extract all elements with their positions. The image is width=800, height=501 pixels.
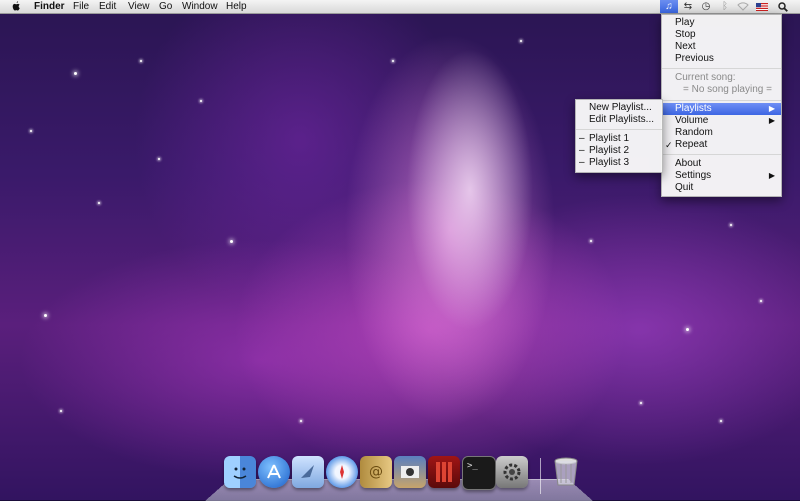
star xyxy=(720,420,722,422)
dash-icon: – xyxy=(579,145,585,156)
menu-item-edit-playlists[interactable]: Edit Playlists... xyxy=(576,114,662,126)
star xyxy=(392,60,394,62)
menu-item-playlist[interactable]: – Playlist 3 xyxy=(576,157,662,169)
spotlight-icon[interactable] xyxy=(774,0,792,13)
menu-item-playlist[interactable]: – Playlist 1 xyxy=(576,133,662,145)
music-status-menu: Play Stop Next Previous Current song: = … xyxy=(661,14,782,197)
menu-app-name[interactable]: Finder xyxy=(34,0,65,13)
menu-separator xyxy=(662,154,781,155)
menu-edit[interactable]: Edit xyxy=(99,0,116,13)
system-preferences-icon[interactable] xyxy=(496,456,528,488)
star xyxy=(98,202,100,204)
bluetooth-icon[interactable]: ᛒ xyxy=(716,0,734,13)
menu-item-random[interactable]: Random xyxy=(662,127,781,139)
menu-item-new-playlist[interactable]: New Playlist... xyxy=(576,102,662,114)
us-flag-icon[interactable] xyxy=(753,0,771,13)
star xyxy=(230,240,233,243)
current-song-label: Current song: xyxy=(675,72,736,83)
dash-icon: – xyxy=(579,157,585,168)
trash-icon[interactable] xyxy=(550,456,582,488)
music-note-icon[interactable]: ♫ xyxy=(660,0,678,13)
menu-file[interactable]: File xyxy=(73,0,89,13)
star xyxy=(590,240,592,242)
menu-item-previous[interactable]: Previous xyxy=(662,53,781,65)
terminal-icon[interactable]: >_ xyxy=(462,456,496,490)
menu-item-next[interactable]: Next xyxy=(662,41,781,53)
submenu-arrow-icon: ▶ xyxy=(768,104,775,113)
menu-item-repeat[interactable]: ✓ Repeat xyxy=(662,139,781,151)
menu-item-playlist[interactable]: – Playlist 2 xyxy=(576,145,662,157)
front-row-icon[interactable] xyxy=(428,456,460,488)
mail-icon[interactable] xyxy=(292,456,324,488)
star xyxy=(60,410,62,412)
playlists-submenu: New Playlist... Edit Playlists... – Play… xyxy=(575,99,663,173)
menu-item-volume[interactable]: Volume ▶ xyxy=(662,115,781,127)
menu-help[interactable]: Help xyxy=(226,0,247,13)
menu-window[interactable]: Window xyxy=(182,0,218,13)
star xyxy=(140,60,142,62)
star xyxy=(30,130,32,132)
menu-separator xyxy=(662,100,781,101)
menu-separator xyxy=(662,68,781,69)
menu-bar: Finder File Edit View Go Window Help ♫ ⇆… xyxy=(0,0,800,14)
menu-item-quit[interactable]: Quit xyxy=(662,182,781,194)
star xyxy=(640,402,642,404)
photo-booth-icon[interactable] xyxy=(394,456,426,488)
menu-item-stop[interactable]: Stop xyxy=(662,29,781,41)
dock-divider xyxy=(540,458,541,494)
menu-separator xyxy=(576,129,662,130)
star xyxy=(686,328,689,331)
address-book-icon[interactable]: @ xyxy=(360,456,392,488)
time-machine-icon[interactable]: ◷ xyxy=(697,0,715,13)
menu-item-play[interactable]: Play xyxy=(662,17,781,29)
dash-icon: – xyxy=(579,133,585,144)
star xyxy=(300,420,302,422)
submenu-arrow-icon: ▶ xyxy=(768,116,775,125)
star xyxy=(760,300,762,302)
star xyxy=(158,158,160,160)
sync-arrows-icon[interactable]: ⇆ xyxy=(679,0,697,13)
star xyxy=(44,314,47,317)
star xyxy=(520,40,522,42)
star xyxy=(730,224,732,226)
menu-item-about[interactable]: About xyxy=(662,158,781,170)
menu-item-settings[interactable]: Settings ▶ xyxy=(662,170,781,182)
star xyxy=(200,100,202,102)
current-song-value: = No song playing = xyxy=(683,84,772,95)
apple-icon[interactable] xyxy=(11,1,21,12)
safari-icon[interactable] xyxy=(326,456,358,488)
finder-icon[interactable] xyxy=(224,456,256,488)
checkmark-icon: ✓ xyxy=(665,140,673,150)
menu-view[interactable]: View xyxy=(128,0,150,13)
app-store-icon[interactable] xyxy=(258,456,290,488)
submenu-arrow-icon: ▶ xyxy=(768,171,775,180)
wifi-icon[interactable] xyxy=(734,0,752,13)
menu-item-playlists[interactable]: Playlists ▶ xyxy=(662,103,781,115)
star xyxy=(74,72,77,75)
menu-go[interactable]: Go xyxy=(159,0,172,13)
